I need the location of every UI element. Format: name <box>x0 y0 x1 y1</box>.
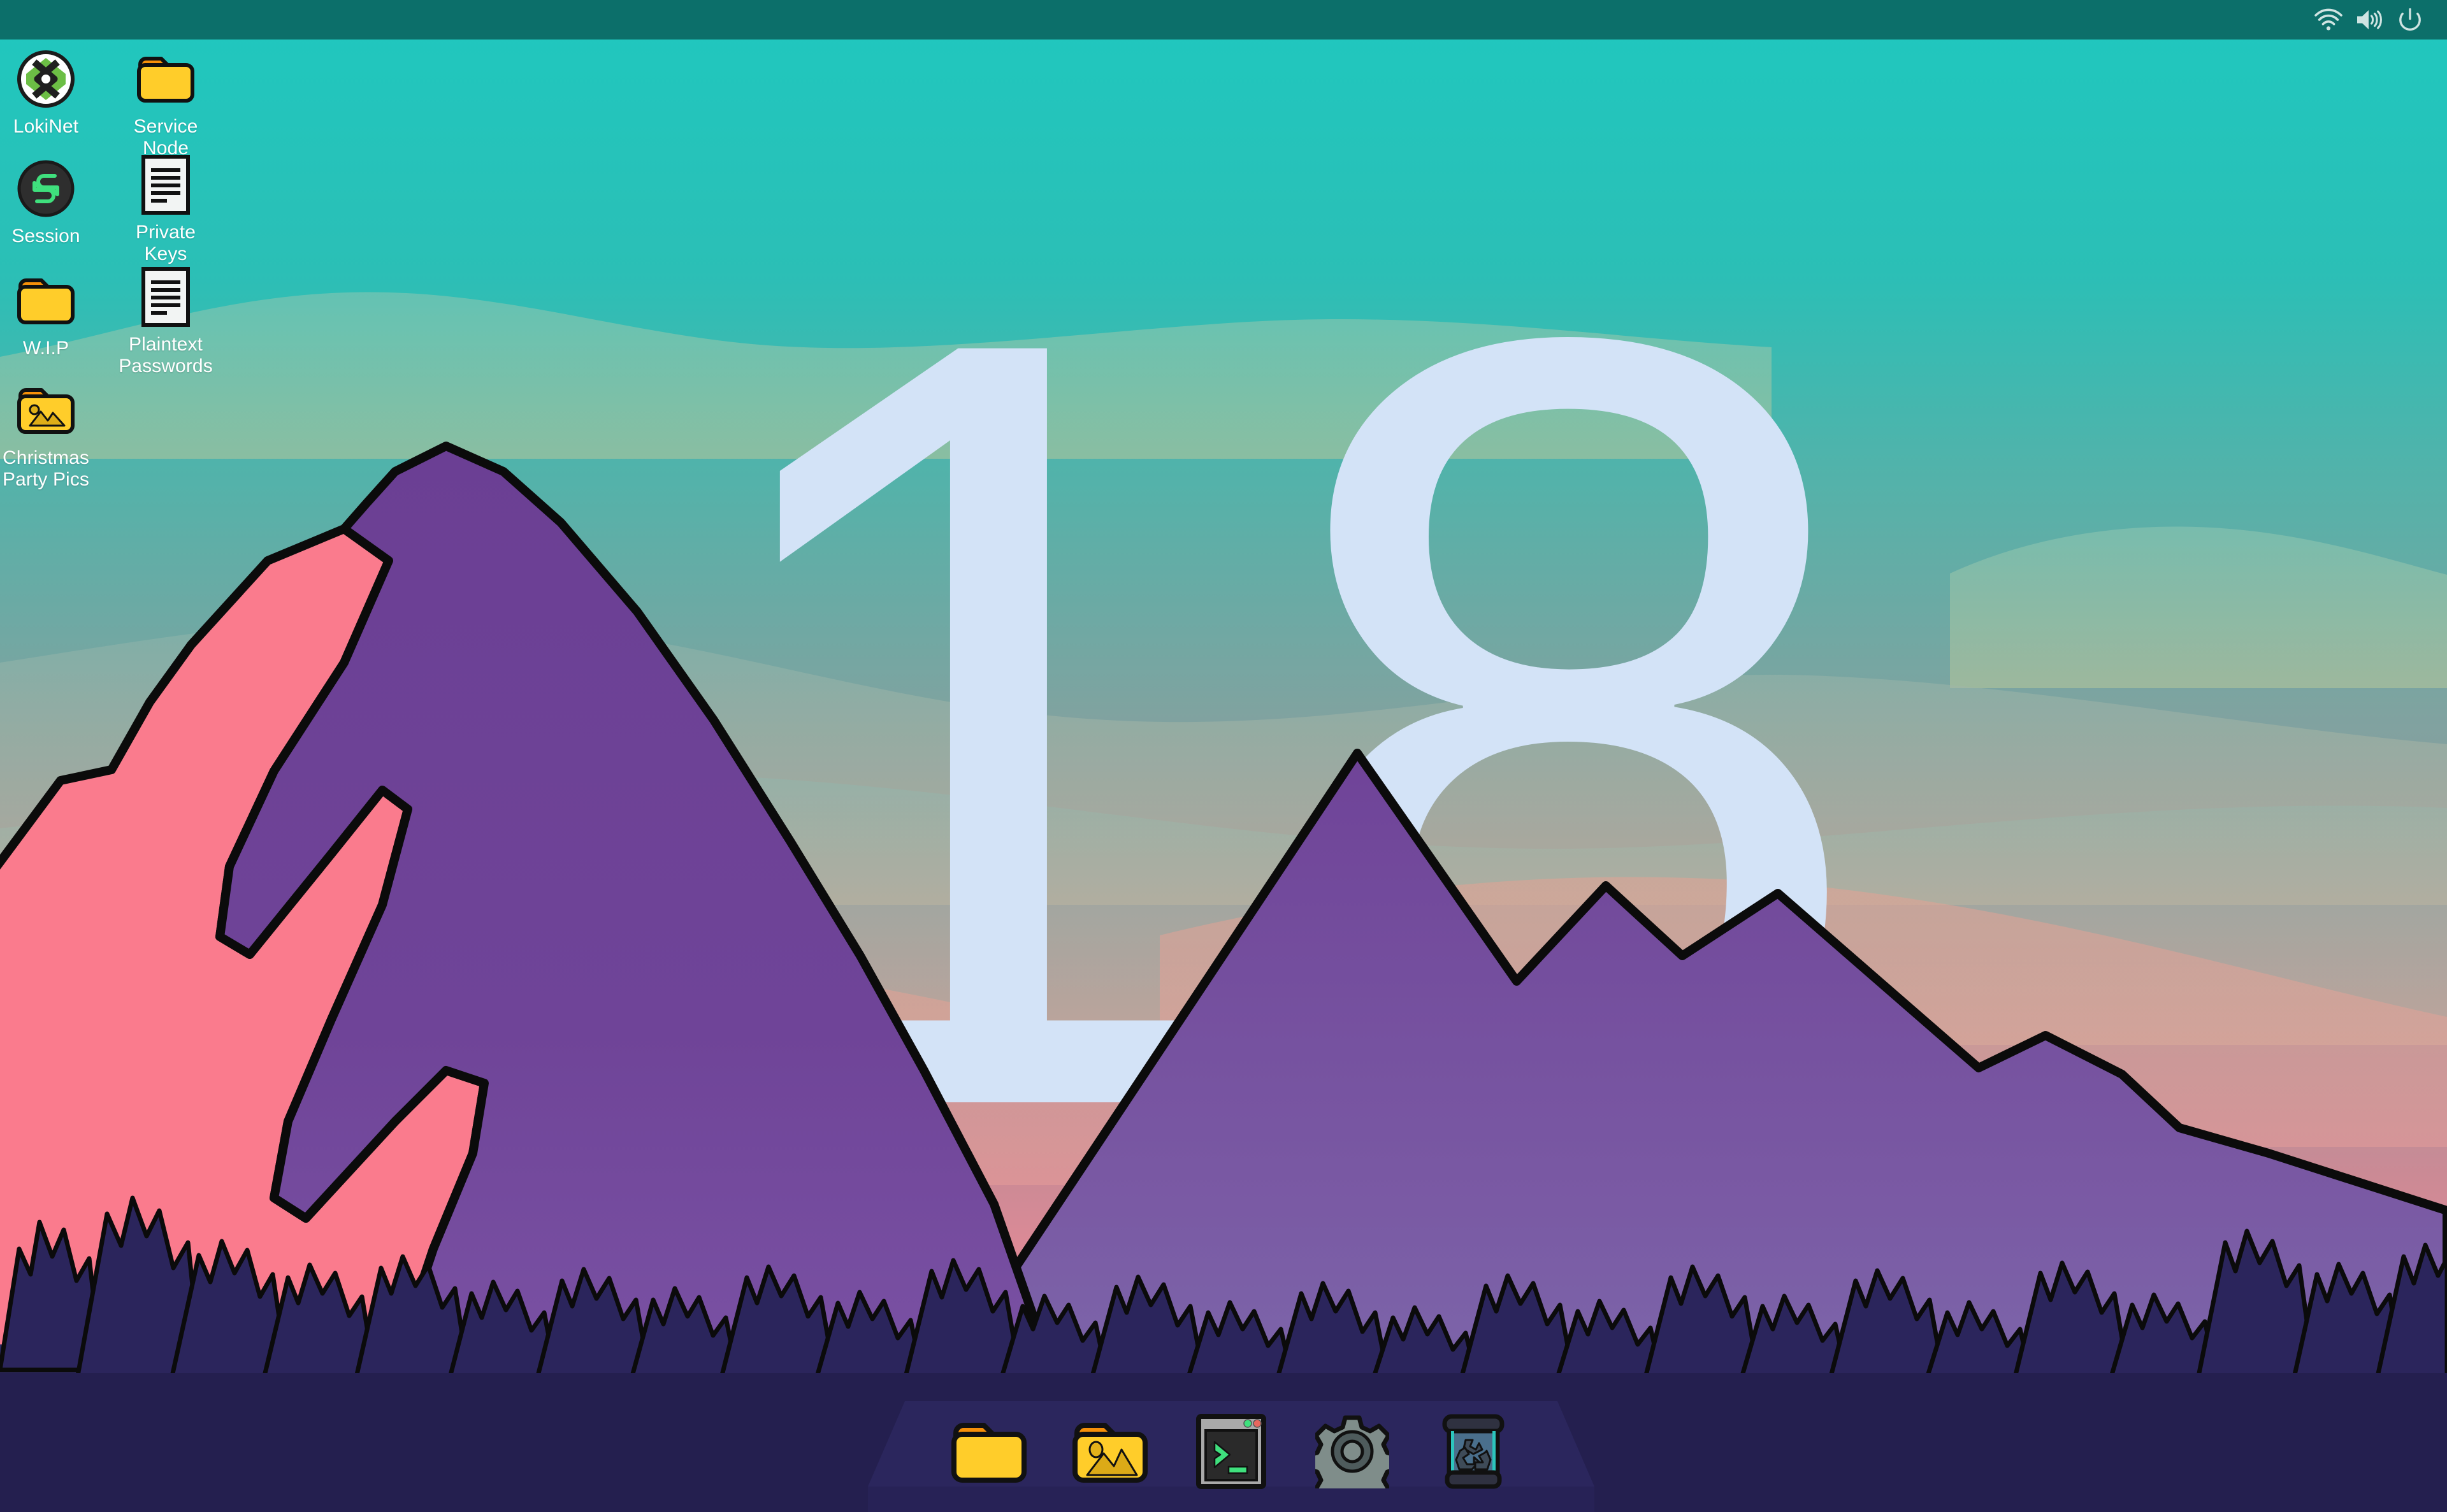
desktop-icon-label: Plaintext Passwords <box>119 334 213 377</box>
wifi-icon[interactable] <box>2308 0 2349 40</box>
dock-item-trash[interactable] <box>1432 1410 1515 1493</box>
dock-item-list <box>868 1410 1594 1506</box>
document-icon <box>133 264 199 330</box>
pictures-folder-icon <box>13 377 79 443</box>
desktop-screen: 18 LokiNet Service Node Session Private … <box>0 0 2447 1512</box>
folder-icon <box>13 268 79 334</box>
dock-item-files[interactable] <box>948 1410 1030 1493</box>
desktop-wallpaper: 18 <box>0 0 2447 1512</box>
desktop-icon-plaintext-passwords[interactable]: Plaintext Passwords <box>108 264 223 377</box>
dock-item-terminal[interactable] <box>1190 1410 1273 1493</box>
dock-item-pictures[interactable] <box>1069 1410 1151 1493</box>
folder-icon <box>133 46 199 112</box>
session-icon <box>13 155 79 222</box>
desktop-icon-label: Private Keys <box>135 222 196 264</box>
desktop-icon-label: LokiNet <box>13 116 79 137</box>
lokinet-icon <box>13 46 79 112</box>
desktop-icon-label: Christmas Party Pics <box>2 447 90 490</box>
dock-item-settings[interactable] <box>1311 1410 1394 1493</box>
desktop-icon-session[interactable]: Session <box>0 155 103 247</box>
document-icon <box>133 152 199 218</box>
dock <box>868 1397 1594 1512</box>
volume-icon[interactable] <box>2349 0 2390 40</box>
power-icon[interactable] <box>2390 0 2430 40</box>
desktop-icon-lokinet[interactable]: LokiNet <box>0 46 103 138</box>
desktop-icon-private-keys[interactable]: Private Keys <box>108 152 223 264</box>
desktop-icon-label: Session <box>11 226 80 247</box>
top-system-bar <box>0 0 2447 40</box>
desktop-icon-label: W.I.P <box>22 338 69 359</box>
desktop-icon-wip[interactable]: W.I.P <box>0 268 103 359</box>
desktop-icon-christmas-party-pics[interactable]: Christmas Party Pics <box>0 377 103 490</box>
